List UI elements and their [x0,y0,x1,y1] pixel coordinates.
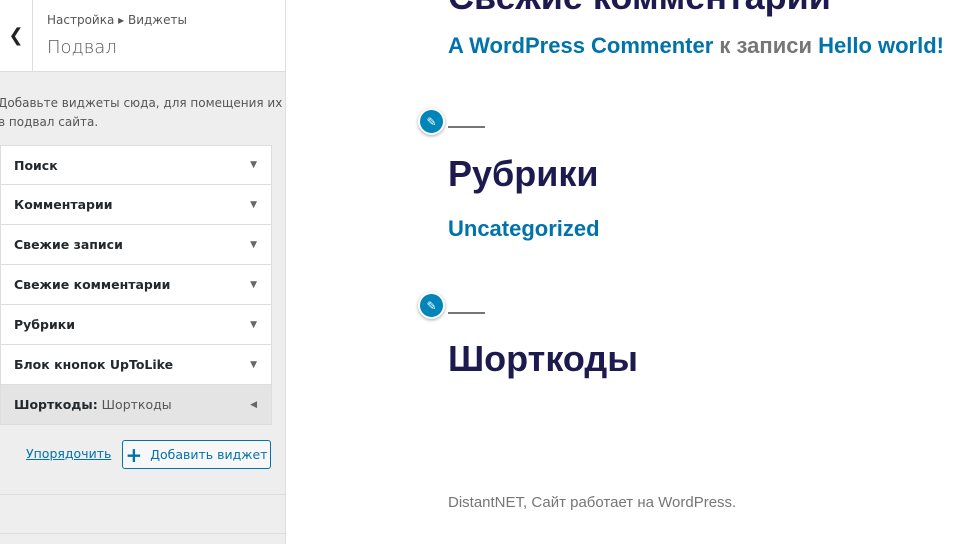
widget-recent-posts[interactable]: Свежие записи ▼ [0,225,272,265]
arrow-down-icon: ▼ [250,239,257,250]
widget-recent-comments[interactable]: Свежие комментарии ▼ [0,265,272,305]
widget-label: Поиск [14,157,58,173]
arrow-down-icon: ▼ [250,160,257,170]
edit-widget-pencil-icon[interactable]: ✎ [418,292,445,319]
reorder-link[interactable]: Упорядочить [26,446,111,461]
shortcodes-heading: Шорткоды [448,338,638,379]
widget-label: Комментарии [14,197,113,212]
add-widget-label: Добавить виджет [150,447,268,462]
widget-label: Шорткоды: Шорткоды [14,397,172,412]
customizer-sidebar: ❮ Настройка ▸ Виджеты Подвал Добавьте ви… [0,0,286,544]
plus-icon: + [125,442,143,467]
site-footer: DistantNET, Сайт работает на WordPress. [448,494,737,511]
divider [0,533,286,534]
arrow-down-icon: ▼ [250,359,257,370]
arrow-left-icon: ◀ [250,399,257,410]
section-description: Добавьте виджеты сюда, для помещения их … [0,96,283,129]
widget-comments[interactable]: Комментарии ▼ [0,185,272,225]
arrow-down-icon: ▼ [250,199,257,210]
widget-type: Шорткоды: [14,397,98,412]
back-button[interactable]: ❮ [0,0,33,71]
add-widget-button[interactable]: + Добавить виджет [122,440,271,469]
recent-comments-heading: Свежие комментарии [448,0,831,18]
widget-uptolike[interactable]: Блок кнопок UpToLike ▼ [0,345,272,385]
arrow-down-icon: ▼ [250,279,257,290]
edit-widget-pencil-icon[interactable]: ✎ [418,108,445,135]
section-header: ❮ Настройка ▸ Виджеты Подвал [0,0,285,72]
section-title: Подвал [47,37,117,58]
breadcrumb: Настройка ▸ Виджеты [47,13,187,27]
widget-shortcodes[interactable]: Шорткоды: Шорткоды ◀ [0,385,272,425]
chevron-left-icon: ❮ [8,25,24,46]
widget-label: Свежие комментарии [14,277,171,292]
separator [448,312,485,314]
widget-label: Свежие записи [14,237,123,252]
widget-label: Рубрики [14,317,75,332]
widget-title: Шорткоды [97,397,172,412]
arrow-down-icon: ▼ [250,319,257,330]
comment-post-link[interactable]: Hello world! [818,33,944,58]
category-link[interactable]: Uncategorized [448,216,600,242]
widget-search[interactable]: Поиск ▼ [0,145,272,185]
widget-list: Поиск ▼ Комментарии ▼ Свежие записи ▼ Свежи… [0,145,272,425]
categories-heading: Рубрики [448,153,599,194]
recent-comment: A WordPress Commenter к записи Hello wor… [448,33,944,59]
site-preview: Свежие комментарии A WordPress Commenter… [287,0,955,544]
widget-categories[interactable]: Рубрики ▼ [0,305,272,345]
separator [448,126,485,128]
comment-middle: к записи [713,33,819,58]
divider [0,494,286,495]
comment-author-link[interactable]: A WordPress Commenter [448,33,713,58]
widget-label: Блок кнопок UpToLike [14,357,174,372]
